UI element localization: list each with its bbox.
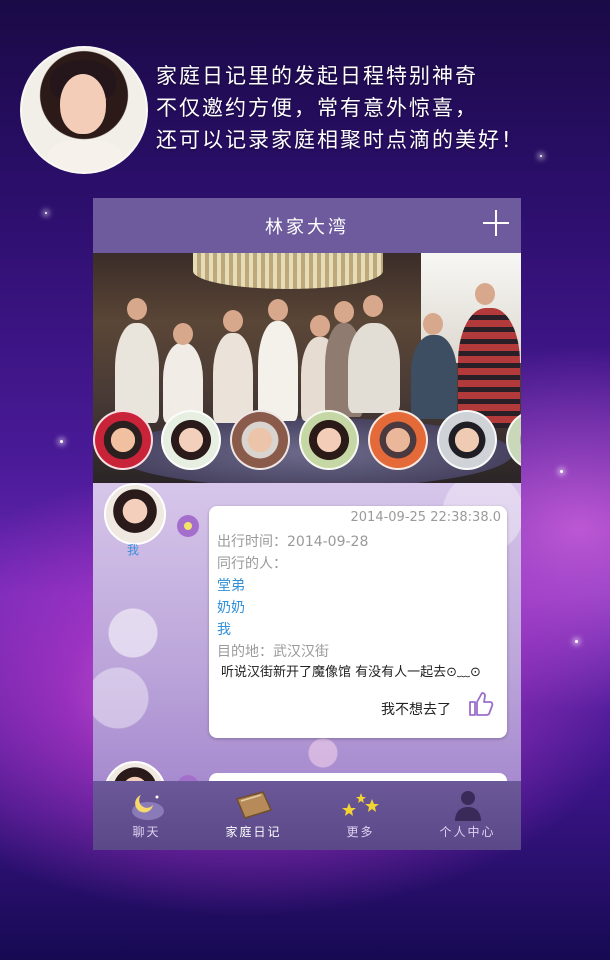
tab-family-diary[interactable]: 家庭日记: [200, 781, 307, 850]
photo-person-head: [127, 298, 147, 320]
photo-person: [115, 323, 159, 423]
photo-person-head: [268, 299, 288, 321]
timeline-dot-icon: [177, 515, 199, 537]
page-title: 林家大湾: [265, 217, 349, 238]
diary-feed: 我 2014-09-25 22:38:38.0 出行时间：2014-09-28 …: [93, 483, 521, 781]
member-avatar[interactable]: [368, 410, 428, 470]
photo-person-head: [310, 315, 330, 337]
intro-line: 不仅邀约方便，常有意外惊喜，: [156, 96, 478, 120]
tab-label: 个人中心: [439, 825, 496, 839]
sparkle-star: [575, 640, 578, 643]
author-avatar[interactable]: [104, 761, 166, 781]
sparkle-star: [560, 470, 563, 473]
post-timestamp: 2014-09-25 22:38:38.0: [350, 510, 501, 525]
tab-label: 聊天: [132, 825, 161, 839]
tab-profile[interactable]: 个人中心: [414, 781, 521, 850]
member-avatar[interactable]: [230, 410, 290, 470]
member-avatar[interactable]: [93, 410, 153, 470]
photo-person-head: [475, 283, 495, 305]
person-icon: [454, 791, 481, 821]
member-avatar[interactable]: [161, 410, 221, 470]
chandelier: [193, 253, 383, 289]
diary-post-card[interactable]: [209, 773, 507, 781]
stars-icon: [341, 793, 379, 816]
destination: 目的地：武汉汉街: [217, 644, 329, 660]
photo-person-head: [423, 313, 443, 335]
photo-person: [411, 335, 457, 419]
tab-more[interactable]: 更多: [307, 781, 414, 850]
sparkle-star: [45, 212, 47, 214]
reply-text: 我不想去了: [381, 702, 451, 718]
presenter-avatar: [20, 46, 148, 174]
tab-chat[interactable]: 聊天: [93, 781, 200, 850]
companions-label: 同行的人：: [217, 556, 287, 572]
intro-text: 家庭日记里的发起日程特别神奇 不仅邀约方便，常有意外惊喜， 还可以记录家庭相聚时…: [156, 60, 602, 156]
sparkle-star: [60, 440, 63, 443]
photo-person: [258, 321, 298, 421]
moon-chat-icon: [131, 795, 164, 820]
photo-person-head: [363, 295, 383, 317]
post-description: 听说汉街新开了魔像馆 有没有人一起去⊙﹏⊙: [221, 665, 481, 680]
member-avatar[interactable]: [437, 410, 497, 470]
intro-line: 家庭日记里的发起日程特别神奇: [156, 64, 478, 88]
thumbs-up-icon[interactable]: [467, 690, 495, 718]
photo-person-head: [223, 310, 243, 332]
photo-person-head: [334, 301, 354, 323]
companion-name[interactable]: 我: [217, 619, 231, 639]
tab-label: 家庭日记: [225, 825, 282, 839]
diary-post-card[interactable]: 2014-09-25 22:38:38.0 出行时间：2014-09-28 同行…: [209, 506, 507, 738]
author-name[interactable]: 我: [117, 541, 149, 558]
plus-icon[interactable]: [481, 208, 511, 238]
intro-line: 还可以记录家庭相聚时点滴的美好！: [156, 128, 524, 152]
member-avatar[interactable]: [299, 410, 359, 470]
diary-book-icon: [235, 791, 272, 819]
bottom-tab-bar: 聊天 家庭日记 更多 个人中心: [93, 781, 521, 850]
photo-person: [348, 323, 400, 413]
tab-label: 更多: [346, 825, 375, 839]
companion-name[interactable]: 奶奶: [217, 597, 245, 617]
member-avatar-strip: [93, 410, 521, 470]
phone-screen: 林家大湾 我 2014-09-25 22:38:38.0 出行时间：2014-0…: [93, 198, 521, 850]
title-bar: 林家大湾: [93, 198, 521, 253]
companion-name[interactable]: 堂弟: [217, 575, 245, 595]
author-avatar[interactable]: [104, 483, 166, 545]
photo-person-head: [173, 323, 193, 345]
depart-time: 出行时间：2014-09-28: [217, 534, 369, 550]
member-avatar[interactable]: [506, 410, 521, 470]
